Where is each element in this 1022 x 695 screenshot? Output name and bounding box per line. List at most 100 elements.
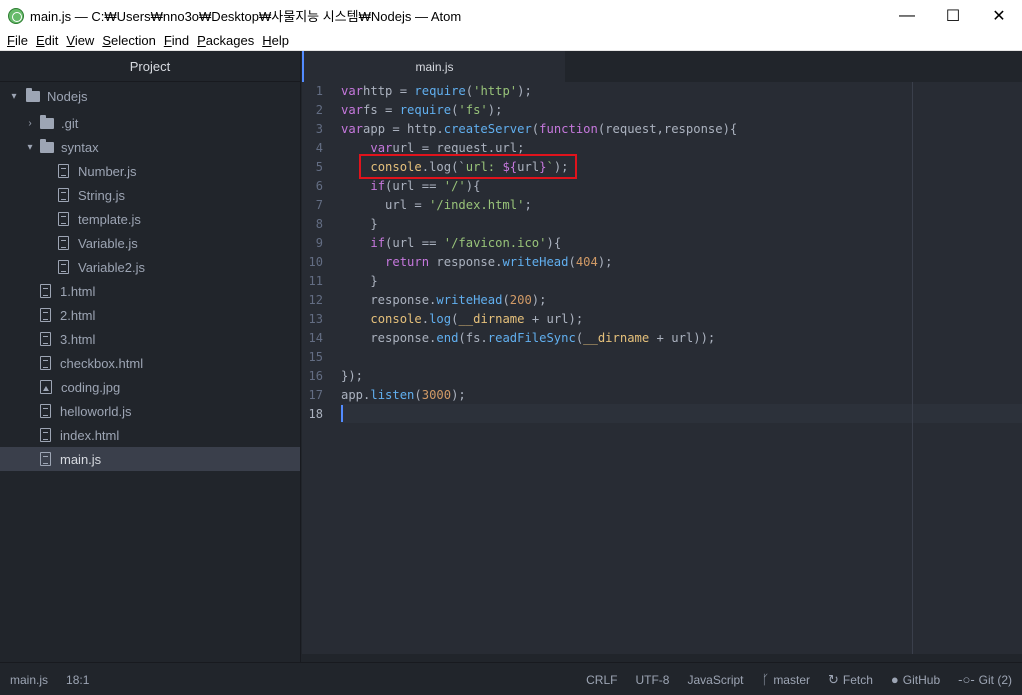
code-line: url = '/index.html'; — [341, 198, 532, 212]
code-editor[interactable]: 1 2 3 4 5 6 7 8 9 10 11 12 13 14 15 16 1… — [302, 82, 1022, 654]
status-encoding[interactable]: UTF-8 — [635, 673, 669, 687]
code-line: response.writeHead(200); — [341, 293, 547, 307]
tree-folder-git[interactable]: › .git — [0, 111, 300, 135]
status-grammar[interactable]: JavaScript — [687, 673, 743, 687]
line-number: 5 — [315, 160, 323, 174]
file-text-icon — [40, 332, 51, 346]
line-number: 18 — [308, 407, 323, 421]
status-branch[interactable]: ᚴ master — [762, 672, 811, 687]
file-text-icon — [40, 452, 51, 466]
line-number: 1 — [315, 84, 323, 98]
project-panel-title: Project — [0, 51, 300, 82]
tab-main-js[interactable]: main.js — [302, 51, 565, 82]
folder-icon — [40, 114, 54, 129]
tree-item-label: Variable2.js — [78, 259, 145, 275]
code-line: }); — [341, 369, 364, 383]
status-git[interactable]: -○- Git (2) — [958, 672, 1012, 687]
menu-help[interactable]: Help — [258, 33, 293, 48]
tree-item-label: Number.js — [78, 163, 137, 179]
tree-folder-syntax[interactable]: ▾ syntax — [0, 135, 300, 159]
code-line: if(url == '/favicon.ico'){ — [370, 236, 562, 250]
code-line: } — [341, 274, 378, 288]
maximize-button[interactable]: ☐ — [930, 0, 976, 31]
line-number: 12 — [308, 293, 323, 307]
status-file-name[interactable]: main.js — [10, 673, 48, 687]
tree-item-label: main.js — [60, 451, 102, 467]
status-fetch[interactable]: ↻ Fetch — [828, 672, 873, 688]
close-button[interactable]: ✕ — [976, 0, 1022, 31]
file-text-icon — [58, 188, 69, 202]
line-number: 15 — [308, 350, 323, 364]
tree-file-main-js[interactable]: main.js — [0, 447, 300, 471]
editor-tab-bar: main.js — [302, 51, 1022, 82]
menu-edit[interactable]: Edit — [32, 33, 62, 48]
menu-find[interactable]: Find — [160, 33, 193, 48]
status-line-ending[interactable]: CRLF — [586, 673, 617, 687]
file-image-icon — [40, 380, 52, 394]
line-number: 2 — [315, 103, 323, 117]
chevron-down-icon: ▾ — [11, 90, 17, 102]
tree-file-helloworld-js[interactable]: helloworld.js — [0, 399, 300, 423]
editor-bottom-strip — [302, 654, 1022, 662]
code-line: } — [341, 217, 378, 231]
file-text-icon — [58, 164, 69, 178]
tree-item-label: syntax — [61, 139, 99, 155]
file-text-icon — [58, 236, 69, 250]
file-text-icon — [40, 284, 51, 298]
tree-file-number-js[interactable]: Number.js — [0, 159, 300, 183]
tree-item-label: 1.html — [60, 283, 96, 299]
file-text-icon — [58, 212, 69, 226]
tree-file-3-html[interactable]: 3.html — [0, 327, 300, 351]
line-number: 3 — [315, 122, 323, 136]
tree-file-template-js[interactable]: template.js — [0, 207, 300, 231]
sync-icon: ↻ — [828, 671, 839, 687]
tree-item-label: Variable.js — [78, 235, 138, 251]
line-number: 16 — [308, 369, 323, 383]
menu-file[interactable]: File — [3, 33, 32, 48]
wrap-guide — [912, 82, 913, 654]
tree-item-label: 3.html — [60, 331, 96, 347]
window-controls: — ☐ ✕ — [884, 0, 1022, 31]
git-commit-icon: -○- — [958, 672, 975, 687]
git-branch-icon: ᚴ — [761, 672, 770, 687]
menu-selection[interactable]: Selection — [98, 33, 159, 48]
project-tree-panel: Project ▾ Nodejs › .git ▾ syntax Number.… — [0, 51, 301, 662]
tree-file-string-js[interactable]: String.js — [0, 183, 300, 207]
window-title: main.js — C:₩Users₩nno3o₩Desktop₩사물지능 시스… — [30, 9, 462, 24]
line-number: 14 — [308, 331, 323, 345]
tree-file-checkbox-html[interactable]: checkbox.html — [0, 351, 300, 375]
line-number: 9 — [315, 236, 323, 250]
file-text-icon — [40, 428, 51, 442]
atom-logo-icon — [8, 7, 24, 24]
minimize-button[interactable]: — — [884, 0, 930, 31]
code-line: varhttp = require('http'); — [341, 84, 532, 98]
tree-file-coding-jpg[interactable]: coding.jpg — [0, 375, 300, 399]
folder-icon — [26, 87, 40, 102]
tree-file-1-html[interactable]: 1.html — [0, 279, 300, 303]
status-cursor-position[interactable]: 18:1 — [66, 673, 89, 687]
line-number: 8 — [315, 217, 323, 231]
tree-item-label: checkbox.html — [60, 355, 144, 371]
tree-file-variable2-js[interactable]: Variable2.js — [0, 255, 300, 279]
line-number: 6 — [315, 179, 323, 193]
code-line: if(url == '/'){ — [370, 179, 481, 193]
code-line: return response.writeHead(404); — [385, 255, 613, 269]
line-number: 10 — [308, 255, 323, 269]
line-number: 13 — [308, 312, 323, 326]
code-line: console.log(__dirname + url); — [370, 312, 584, 326]
file-text-icon — [40, 404, 51, 418]
current-line-highlight — [302, 404, 1022, 423]
tree-folder-nodejs[interactable]: ▾ Nodejs — [0, 84, 300, 108]
line-number: 7 — [315, 198, 323, 212]
menu-packages[interactable]: Packages — [193, 33, 258, 48]
tree-file-variable-js[interactable]: Variable.js — [0, 231, 300, 255]
tree-item-label: String.js — [78, 187, 125, 203]
tree-item-label: 2.html — [60, 307, 96, 323]
tree-item-label: template.js — [78, 211, 141, 227]
tree-file-index-html[interactable]: index.html — [0, 423, 300, 447]
menu-view[interactable]: View — [62, 33, 98, 48]
tree-item-label: coding.jpg — [61, 379, 121, 395]
status-github[interactable]: ● GitHub — [891, 672, 940, 687]
tree-file-2-html[interactable]: 2.html — [0, 303, 300, 327]
line-number-gutter: 1 2 3 4 5 6 7 8 9 10 11 12 13 14 15 16 1… — [302, 82, 341, 654]
